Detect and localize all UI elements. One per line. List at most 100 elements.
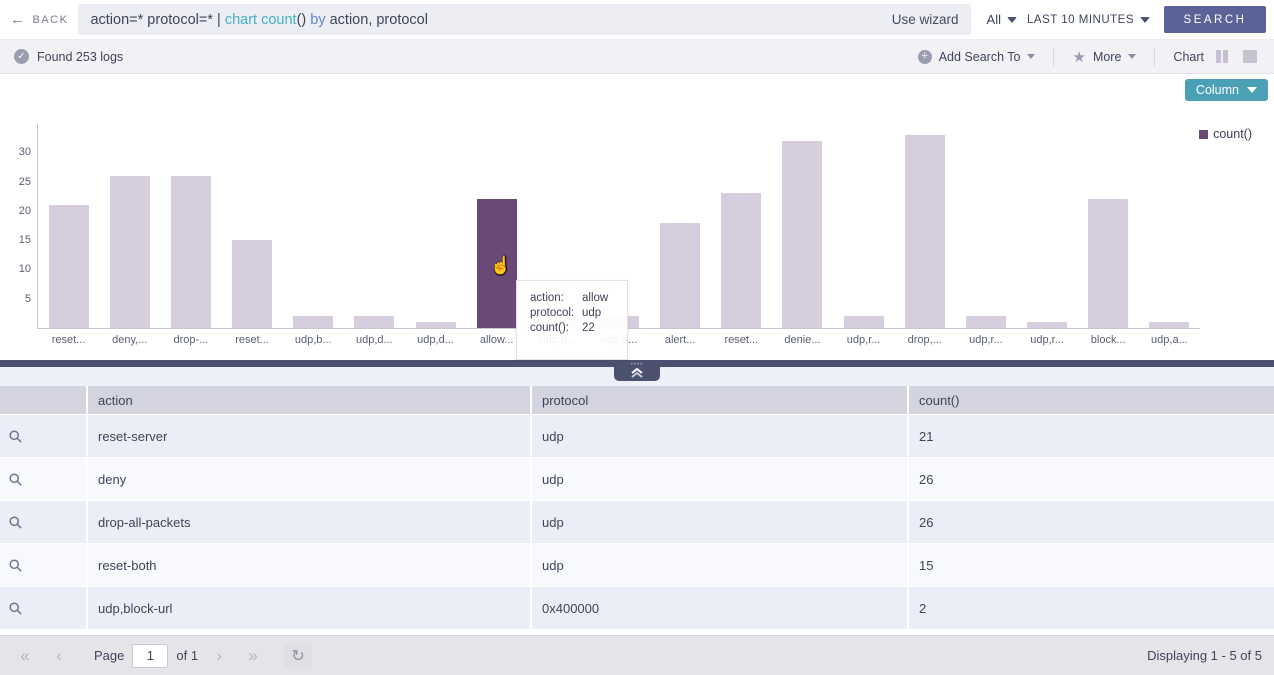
bar[interactable] <box>354 316 394 328</box>
bar[interactable] <box>660 223 700 328</box>
inspect-row-button[interactable] <box>8 515 23 530</box>
bar[interactable] <box>1088 199 1128 328</box>
column-header-count[interactable]: count() <box>909 386 1274 414</box>
chart-type-dropdown[interactable]: Column <box>1185 79 1268 101</box>
bar[interactable] <box>293 316 333 328</box>
results-toolbar: ✓ Found 253 logs + Add Search To ★ More … <box>0 40 1274 74</box>
cell-count: 2 <box>909 587 1274 629</box>
bar[interactable] <box>844 316 884 328</box>
x-axis-label: drop,... <box>908 334 942 346</box>
y-tick-label: 5 <box>25 293 31 305</box>
search-query-input[interactable]: action=* protocol=* | chart count() by a… <box>78 4 970 35</box>
table-row[interactable]: reset-serverudp21 <box>0 415 1274 457</box>
x-axis-label: allow... <box>480 334 514 346</box>
magnifier-icon <box>8 429 23 444</box>
cell-protocol: udp <box>532 501 907 543</box>
next-page-button[interactable]: › <box>206 643 232 669</box>
x-axis-label: block... <box>1091 334 1126 346</box>
check-circle-icon: ✓ <box>14 49 29 64</box>
y-tick-label: 15 <box>19 234 31 246</box>
bar[interactable] <box>171 176 211 328</box>
bar-slot: deny,... <box>99 124 160 328</box>
cell-action: udp,block-url <box>88 587 530 629</box>
bar[interactable] <box>721 193 761 328</box>
magnifier-icon <box>8 472 23 487</box>
scope-dropdown[interactable]: All <box>987 12 1017 27</box>
star-icon: ★ <box>1072 48 1085 66</box>
row-icon-cell <box>0 587 86 629</box>
chevron-down-icon <box>1247 87 1257 93</box>
table-row[interactable]: udp,block-url0x4000002 <box>0 587 1274 629</box>
divider <box>1154 48 1155 66</box>
add-search-to-dropdown[interactable]: + Add Search To <box>918 50 1036 64</box>
bar[interactable] <box>49 205 89 328</box>
bar[interactable] <box>782 141 822 328</box>
tooltip-row: count():22 <box>530 322 627 334</box>
x-axis-label: udp,r... <box>969 334 1003 346</box>
chart-toggle-label: Chart <box>1173 50 1204 64</box>
bar[interactable] <box>1027 322 1067 328</box>
bar-slot: reset... <box>38 124 99 328</box>
use-wizard-link[interactable]: Use wizard <box>878 12 959 27</box>
refresh-button[interactable]: ↻ <box>284 643 312 669</box>
status-text: Found 253 logs <box>37 50 123 64</box>
inspect-row-button[interactable] <box>8 429 23 444</box>
x-axis-label: udp,d... <box>356 334 393 346</box>
inspect-row-button[interactable] <box>8 472 23 487</box>
cell-protocol: udp <box>532 544 907 586</box>
bar[interactable] <box>416 322 456 328</box>
collapse-panel-handle[interactable]: •••• <box>614 360 660 381</box>
time-range-dropdown[interactable]: LAST 10 MINUTES <box>1027 14 1150 26</box>
chart-legend: count() <box>1199 127 1252 141</box>
last-page-button[interactable]: » <box>240 643 266 669</box>
top-search-bar: ← BACK action=* protocol=* | chart count… <box>0 0 1274 40</box>
search-button[interactable]: SEARCH <box>1164 6 1266 33</box>
cell-protocol: udp <box>532 415 907 457</box>
magnifier-icon <box>8 558 23 573</box>
bar[interactable] <box>905 135 945 328</box>
table-view-button[interactable] <box>1240 48 1260 66</box>
inspect-row-button[interactable] <box>8 558 23 573</box>
chevron-down-icon <box>1027 54 1035 59</box>
column-header-action[interactable]: action <box>88 386 530 414</box>
table-header-icon-cell <box>0 386 86 414</box>
query-token: by <box>310 12 325 28</box>
query-token: chart count <box>225 12 297 28</box>
bar-slot: udp,b... <box>283 124 344 328</box>
chart-tooltip: action:allowprotocol:udpcount():22 <box>516 280 628 360</box>
more-dropdown[interactable]: ★ More <box>1072 48 1136 66</box>
bar[interactable] <box>1149 322 1189 328</box>
query-token: () <box>297 12 311 28</box>
bar-slot: drop-... <box>160 124 221 328</box>
table-row[interactable]: denyudp26 <box>0 458 1274 500</box>
chevron-down-icon <box>1007 17 1017 23</box>
table-row[interactable]: reset-bothudp15 <box>0 544 1274 586</box>
x-axis-label: udp,a... <box>1151 334 1188 346</box>
column-chart-view-button[interactable] <box>1212 48 1232 66</box>
bar[interactable] <box>232 240 272 328</box>
bar[interactable] <box>110 176 150 328</box>
bar[interactable] <box>966 316 1006 328</box>
page-number-input[interactable] <box>132 644 168 668</box>
row-icon-cell <box>0 458 86 500</box>
row-icon-cell <box>0 415 86 457</box>
column-header-protocol[interactable]: protocol <box>532 386 907 414</box>
hand-cursor-icon: ☝ <box>490 256 511 276</box>
bar-slot: reset... <box>221 124 282 328</box>
table-header: action protocol count() <box>0 386 1274 414</box>
x-axis-label: drop-... <box>173 334 208 346</box>
chevron-down-icon <box>1140 17 1150 23</box>
cell-protocol: udp <box>532 458 907 500</box>
cell-action: deny <box>88 458 530 500</box>
y-tick-label: 10 <box>19 263 31 275</box>
table-row[interactable]: drop-all-packetsudp26 <box>0 501 1274 543</box>
bar-slot: denie... <box>772 124 833 328</box>
bar-slot: drop,... <box>894 124 955 328</box>
cell-action: reset-both <box>88 544 530 586</box>
back-button[interactable]: ← BACK <box>8 12 78 27</box>
displaying-summary: Displaying 1 - 5 of 5 <box>1147 648 1262 663</box>
first-page-button[interactable]: « <box>12 643 38 669</box>
inspect-row-button[interactable] <box>8 601 23 616</box>
prev-page-button[interactable]: ‹ <box>46 643 72 669</box>
divider <box>1053 48 1054 66</box>
